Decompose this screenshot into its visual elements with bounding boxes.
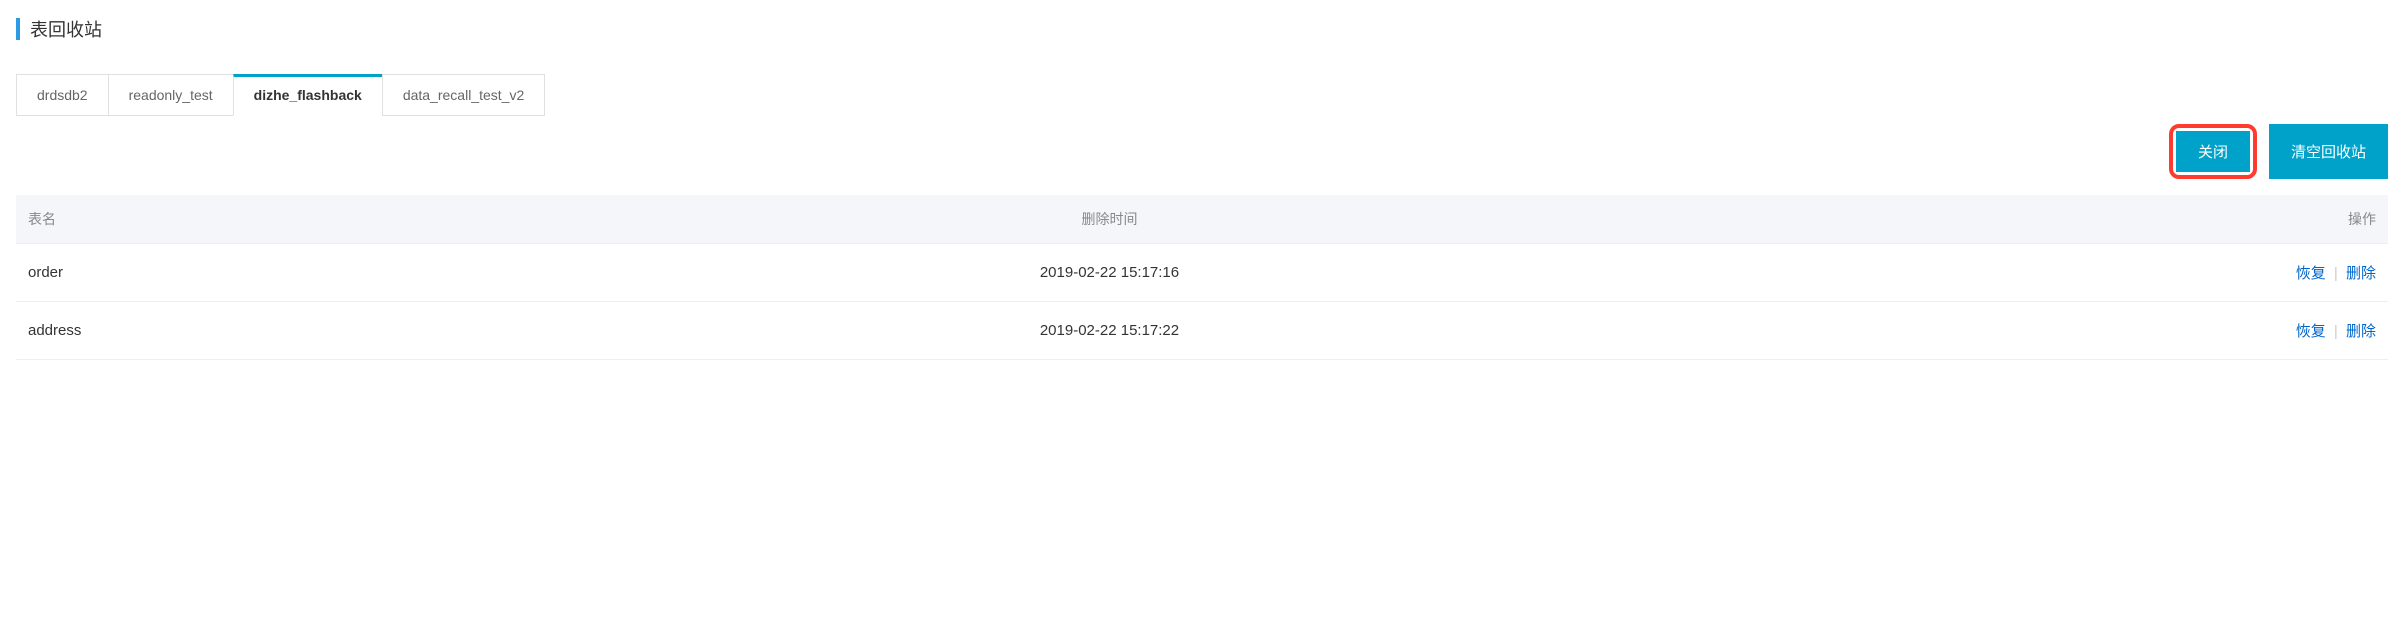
col-header-name: 表名: [16, 195, 548, 244]
table-header-row: 表名 删除时间 操作: [16, 195, 2388, 244]
col-header-deleted-at: 删除时间: [548, 195, 1671, 244]
delete-link[interactable]: 删除: [2346, 265, 2376, 282]
close-button[interactable]: 关闭: [2176, 131, 2250, 172]
ops-separator: |: [2334, 323, 2338, 340]
cell-ops: 恢复 | 删除: [1671, 302, 2388, 360]
delete-link[interactable]: 删除: [2346, 323, 2376, 340]
restore-link[interactable]: 恢复: [2296, 265, 2326, 282]
title-indicator: [16, 18, 20, 40]
page-title: 表回收站: [30, 16, 102, 42]
recycle-table: 表名 删除时间 操作 order 2019-02-22 15:17:16 恢复 …: [16, 195, 2388, 360]
close-button-highlight: 关闭: [2169, 124, 2257, 179]
cell-deleted-at: 2019-02-22 15:17:22: [548, 302, 1671, 360]
table-row: order 2019-02-22 15:17:16 恢复 | 删除: [16, 244, 2388, 302]
col-header-ops: 操作: [1671, 195, 2388, 244]
cell-table-name: address: [16, 302, 548, 360]
cell-ops: 恢复 | 删除: [1671, 244, 2388, 302]
page-title-bar: 表回收站: [16, 16, 2388, 42]
action-bar: 关闭 清空回收站: [16, 124, 2388, 179]
tabs: drdsdb2 readonly_test dizhe_flashback da…: [16, 74, 2388, 116]
tab-readonly-test[interactable]: readonly_test: [108, 74, 234, 116]
empty-recycle-bin-button[interactable]: 清空回收站: [2269, 124, 2388, 179]
tab-data-recall-test-v2[interactable]: data_recall_test_v2: [382, 74, 545, 116]
tab-drdsdb2[interactable]: drdsdb2: [16, 74, 109, 116]
tab-dizhe-flashback[interactable]: dizhe_flashback: [233, 74, 383, 116]
cell-table-name: order: [16, 244, 548, 302]
table-row: address 2019-02-22 15:17:22 恢复 | 删除: [16, 302, 2388, 360]
restore-link[interactable]: 恢复: [2296, 323, 2326, 340]
cell-deleted-at: 2019-02-22 15:17:16: [548, 244, 1671, 302]
ops-separator: |: [2334, 265, 2338, 282]
